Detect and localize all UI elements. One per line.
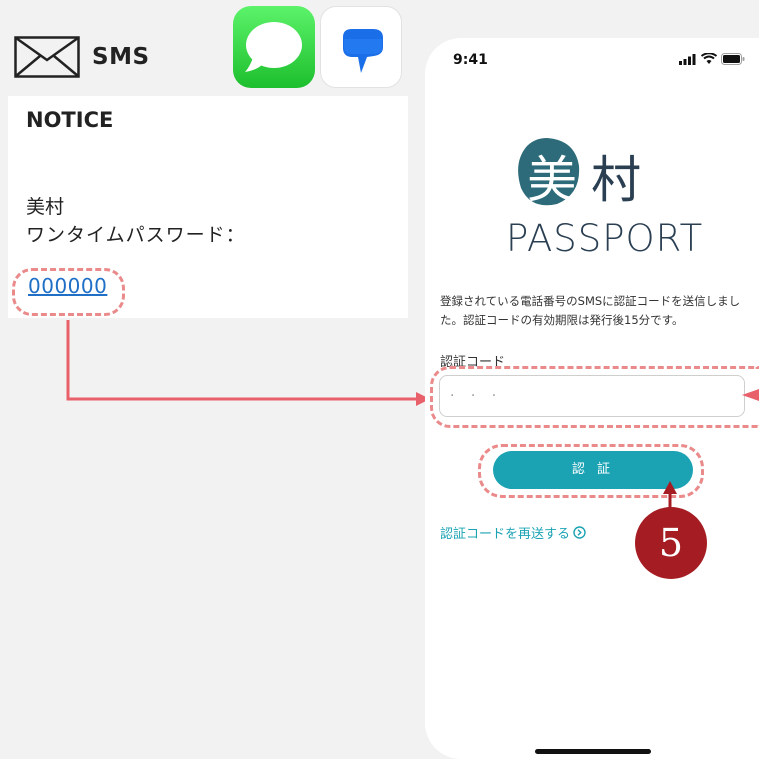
step-number-badge: 5: [635, 507, 707, 579]
status-icons: [679, 53, 745, 65]
status-time: 9:41: [453, 52, 488, 68]
google-messages-app-icon: [320, 6, 402, 88]
wifi-icon: [701, 53, 717, 64]
bison-passport-logo: 美 村: [515, 130, 685, 220]
sms-sender: 美村: [26, 196, 65, 218]
envelope-icon: [14, 36, 80, 78]
input-highlight-annotation: [430, 366, 759, 428]
code-highlight-annotation: [12, 268, 125, 316]
instruction-text: 登録されている電話番号のSMSに認証コードを送信しました。認証コードの有効期限は…: [440, 294, 741, 327]
notice-title: NOTICE: [26, 108, 114, 132]
resend-code-label: 認証コードを再送する: [440, 527, 571, 542]
resend-code-link[interactable]: 認証コードを再送する: [440, 523, 586, 542]
sms-title: SMS: [92, 44, 150, 70]
home-indicator: [535, 749, 651, 754]
sms-header: [14, 36, 80, 78]
apple-messages-app-icon: [233, 6, 315, 88]
button-highlight-annotation: [478, 444, 704, 498]
logo-kanji-1: 美: [527, 151, 577, 209]
logo-kanji-2: 村: [591, 151, 641, 209]
sms-body-text: ワンタイムパスワード：: [26, 224, 246, 246]
logo-wordmark: PASSPORT: [506, 217, 704, 260]
battery-icon: [721, 53, 745, 65]
chevron-right-circle-icon: [573, 526, 586, 539]
signal-icon: [679, 53, 696, 65]
